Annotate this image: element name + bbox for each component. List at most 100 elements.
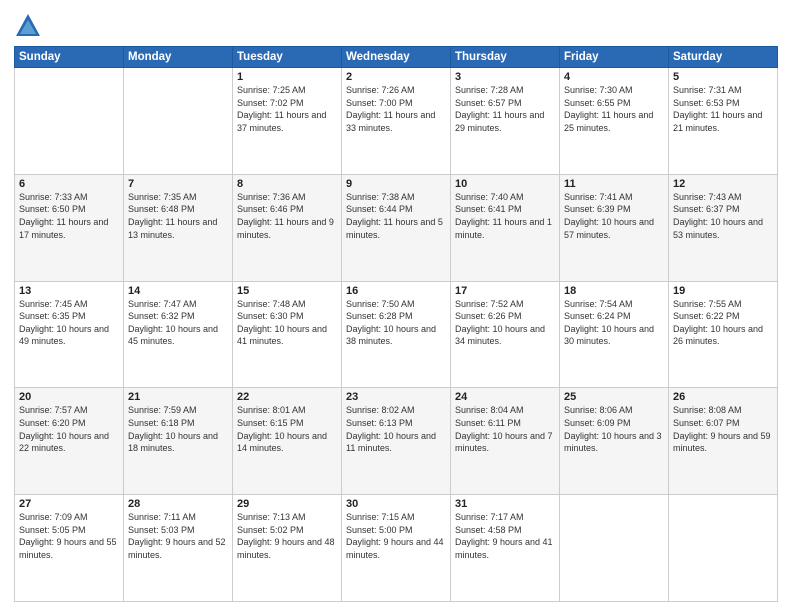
day-number: 29 [237, 498, 337, 510]
calendar-cell: 2Sunrise: 7:26 AM Sunset: 7:00 PM Daylig… [342, 68, 451, 175]
day-info: Sunrise: 7:43 AM Sunset: 6:37 PM Dayligh… [673, 191, 773, 241]
day-info: Sunrise: 7:38 AM Sunset: 6:44 PM Dayligh… [346, 191, 446, 241]
weekday-header-row: SundayMondayTuesdayWednesdayThursdayFrid… [15, 47, 778, 68]
calendar-cell: 21Sunrise: 7:59 AM Sunset: 6:18 PM Dayli… [124, 388, 233, 495]
header [14, 12, 778, 40]
day-info: Sunrise: 8:06 AM Sunset: 6:09 PM Dayligh… [564, 404, 664, 454]
day-number: 31 [455, 498, 555, 510]
weekday-header-monday: Monday [124, 47, 233, 68]
day-info: Sunrise: 7:50 AM Sunset: 6:28 PM Dayligh… [346, 298, 446, 348]
day-number: 17 [455, 285, 555, 297]
day-number: 6 [19, 178, 119, 190]
day-info: Sunrise: 7:57 AM Sunset: 6:20 PM Dayligh… [19, 404, 119, 454]
week-row-4: 20Sunrise: 7:57 AM Sunset: 6:20 PM Dayli… [15, 388, 778, 495]
week-row-2: 6Sunrise: 7:33 AM Sunset: 6:50 PM Daylig… [15, 174, 778, 281]
calendar-cell [15, 68, 124, 175]
day-number: 5 [673, 71, 773, 83]
calendar-cell: 9Sunrise: 7:38 AM Sunset: 6:44 PM Daylig… [342, 174, 451, 281]
day-info: Sunrise: 8:04 AM Sunset: 6:11 PM Dayligh… [455, 404, 555, 454]
day-number: 23 [346, 391, 446, 403]
calendar-page: SundayMondayTuesdayWednesdayThursdayFrid… [0, 0, 792, 612]
day-number: 26 [673, 391, 773, 403]
day-info: Sunrise: 7:55 AM Sunset: 6:22 PM Dayligh… [673, 298, 773, 348]
calendar-cell: 4Sunrise: 7:30 AM Sunset: 6:55 PM Daylig… [560, 68, 669, 175]
calendar-cell: 24Sunrise: 8:04 AM Sunset: 6:11 PM Dayli… [451, 388, 560, 495]
calendar-cell: 11Sunrise: 7:41 AM Sunset: 6:39 PM Dayli… [560, 174, 669, 281]
calendar-cell: 20Sunrise: 7:57 AM Sunset: 6:20 PM Dayli… [15, 388, 124, 495]
day-number: 27 [19, 498, 119, 510]
calendar-cell: 23Sunrise: 8:02 AM Sunset: 6:13 PM Dayli… [342, 388, 451, 495]
weekday-header-sunday: Sunday [15, 47, 124, 68]
day-number: 21 [128, 391, 228, 403]
calendar-cell: 29Sunrise: 7:13 AM Sunset: 5:02 PM Dayli… [233, 495, 342, 602]
day-info: Sunrise: 7:40 AM Sunset: 6:41 PM Dayligh… [455, 191, 555, 241]
day-info: Sunrise: 7:33 AM Sunset: 6:50 PM Dayligh… [19, 191, 119, 241]
calendar-cell: 28Sunrise: 7:11 AM Sunset: 5:03 PM Dayli… [124, 495, 233, 602]
week-row-1: 1Sunrise: 7:25 AM Sunset: 7:02 PM Daylig… [15, 68, 778, 175]
day-info: Sunrise: 7:15 AM Sunset: 5:00 PM Dayligh… [346, 511, 446, 561]
logo-icon [14, 12, 42, 40]
week-row-5: 27Sunrise: 7:09 AM Sunset: 5:05 PM Dayli… [15, 495, 778, 602]
day-number: 9 [346, 178, 446, 190]
day-number: 30 [346, 498, 446, 510]
calendar-cell [124, 68, 233, 175]
calendar-cell: 31Sunrise: 7:17 AM Sunset: 4:58 PM Dayli… [451, 495, 560, 602]
day-number: 14 [128, 285, 228, 297]
day-info: Sunrise: 7:59 AM Sunset: 6:18 PM Dayligh… [128, 404, 228, 454]
weekday-header-wednesday: Wednesday [342, 47, 451, 68]
logo [14, 12, 46, 40]
day-number: 1 [237, 71, 337, 83]
day-info: Sunrise: 7:41 AM Sunset: 6:39 PM Dayligh… [564, 191, 664, 241]
day-number: 18 [564, 285, 664, 297]
day-number: 24 [455, 391, 555, 403]
day-info: Sunrise: 7:13 AM Sunset: 5:02 PM Dayligh… [237, 511, 337, 561]
calendar-cell: 6Sunrise: 7:33 AM Sunset: 6:50 PM Daylig… [15, 174, 124, 281]
calendar-cell: 5Sunrise: 7:31 AM Sunset: 6:53 PM Daylig… [669, 68, 778, 175]
day-number: 8 [237, 178, 337, 190]
day-number: 7 [128, 178, 228, 190]
day-number: 13 [19, 285, 119, 297]
calendar-cell: 16Sunrise: 7:50 AM Sunset: 6:28 PM Dayli… [342, 281, 451, 388]
calendar-cell: 15Sunrise: 7:48 AM Sunset: 6:30 PM Dayli… [233, 281, 342, 388]
calendar-cell: 1Sunrise: 7:25 AM Sunset: 7:02 PM Daylig… [233, 68, 342, 175]
day-info: Sunrise: 7:54 AM Sunset: 6:24 PM Dayligh… [564, 298, 664, 348]
day-number: 28 [128, 498, 228, 510]
day-info: Sunrise: 8:02 AM Sunset: 6:13 PM Dayligh… [346, 404, 446, 454]
calendar-cell: 26Sunrise: 8:08 AM Sunset: 6:07 PM Dayli… [669, 388, 778, 495]
week-row-3: 13Sunrise: 7:45 AM Sunset: 6:35 PM Dayli… [15, 281, 778, 388]
day-number: 22 [237, 391, 337, 403]
day-info: Sunrise: 7:31 AM Sunset: 6:53 PM Dayligh… [673, 84, 773, 134]
weekday-header-tuesday: Tuesday [233, 47, 342, 68]
day-number: 4 [564, 71, 664, 83]
day-info: Sunrise: 7:17 AM Sunset: 4:58 PM Dayligh… [455, 511, 555, 561]
day-number: 19 [673, 285, 773, 297]
calendar-cell: 22Sunrise: 8:01 AM Sunset: 6:15 PM Dayli… [233, 388, 342, 495]
day-number: 10 [455, 178, 555, 190]
day-info: Sunrise: 7:28 AM Sunset: 6:57 PM Dayligh… [455, 84, 555, 134]
day-info: Sunrise: 7:48 AM Sunset: 6:30 PM Dayligh… [237, 298, 337, 348]
calendar-cell: 3Sunrise: 7:28 AM Sunset: 6:57 PM Daylig… [451, 68, 560, 175]
calendar-cell [669, 495, 778, 602]
calendar-cell: 13Sunrise: 7:45 AM Sunset: 6:35 PM Dayli… [15, 281, 124, 388]
day-number: 11 [564, 178, 664, 190]
day-number: 3 [455, 71, 555, 83]
day-info: Sunrise: 7:25 AM Sunset: 7:02 PM Dayligh… [237, 84, 337, 134]
day-info: Sunrise: 7:45 AM Sunset: 6:35 PM Dayligh… [19, 298, 119, 348]
day-number: 12 [673, 178, 773, 190]
day-info: Sunrise: 7:36 AM Sunset: 6:46 PM Dayligh… [237, 191, 337, 241]
day-info: Sunrise: 7:26 AM Sunset: 7:00 PM Dayligh… [346, 84, 446, 134]
calendar-cell: 18Sunrise: 7:54 AM Sunset: 6:24 PM Dayli… [560, 281, 669, 388]
calendar-cell: 7Sunrise: 7:35 AM Sunset: 6:48 PM Daylig… [124, 174, 233, 281]
calendar-cell: 25Sunrise: 8:06 AM Sunset: 6:09 PM Dayli… [560, 388, 669, 495]
calendar-cell [560, 495, 669, 602]
day-info: Sunrise: 7:09 AM Sunset: 5:05 PM Dayligh… [19, 511, 119, 561]
calendar-table: SundayMondayTuesdayWednesdayThursdayFrid… [14, 46, 778, 602]
calendar-cell: 14Sunrise: 7:47 AM Sunset: 6:32 PM Dayli… [124, 281, 233, 388]
day-number: 25 [564, 391, 664, 403]
day-number: 20 [19, 391, 119, 403]
calendar-cell: 8Sunrise: 7:36 AM Sunset: 6:46 PM Daylig… [233, 174, 342, 281]
weekday-header-saturday: Saturday [669, 47, 778, 68]
day-info: Sunrise: 7:47 AM Sunset: 6:32 PM Dayligh… [128, 298, 228, 348]
calendar-cell: 10Sunrise: 7:40 AM Sunset: 6:41 PM Dayli… [451, 174, 560, 281]
day-info: Sunrise: 7:11 AM Sunset: 5:03 PM Dayligh… [128, 511, 228, 561]
